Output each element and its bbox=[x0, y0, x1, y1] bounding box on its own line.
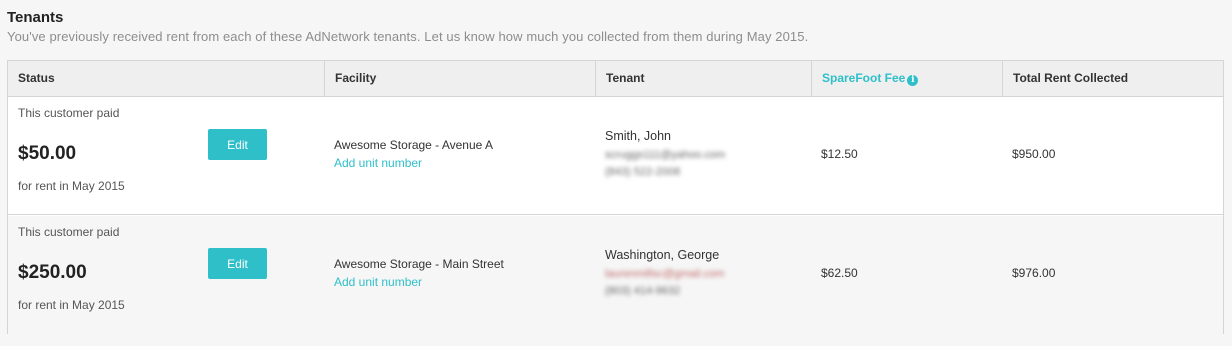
section-title: Tenants bbox=[7, 9, 64, 26]
edit-button[interactable]: Edit bbox=[208, 129, 267, 160]
paid-label: This customer paid bbox=[18, 225, 120, 239]
rent-period-label: for rent in May 2015 bbox=[18, 298, 125, 312]
tenant-email: laurenmillsc@gmail.com bbox=[605, 268, 725, 280]
column-header-tenant: Tenant bbox=[595, 61, 811, 96]
sparefoot-fee-value: $12.50 bbox=[821, 147, 858, 161]
facility-name: Awesome Storage - Avenue A bbox=[334, 138, 493, 152]
tenants-header: Tenants You've previously received rent … bbox=[7, 9, 808, 44]
facility-name: Awesome Storage - Main Street bbox=[334, 257, 504, 271]
table-row: This customer paid $250.00 for rent in M… bbox=[8, 216, 1223, 334]
paid-amount: $50.00 bbox=[18, 143, 77, 164]
tenant-email: scruggs111@yahoo.com bbox=[605, 149, 726, 161]
tenant-name: Washington, George bbox=[605, 248, 720, 262]
info-icon[interactable]: i bbox=[907, 75, 919, 86]
total-rent-value: $950.00 bbox=[1012, 147, 1056, 161]
paid-amount: $250.00 bbox=[18, 262, 87, 283]
column-header-sparefoot-fee[interactable]: SpareFoot Fee i bbox=[811, 61, 1002, 96]
sparefoot-fee-label: SpareFoot Fee bbox=[822, 71, 906, 85]
paid-label: This customer paid bbox=[18, 106, 120, 120]
sparefoot-fee-value: $62.50 bbox=[821, 266, 858, 280]
column-header-facility: Facility bbox=[324, 61, 595, 96]
add-unit-number-link[interactable]: Add unit number bbox=[334, 156, 422, 170]
edit-button[interactable]: Edit bbox=[208, 248, 267, 279]
table-row: This customer paid $50.00 for rent in Ma… bbox=[8, 97, 1223, 215]
tenant-phone: (843) 522-2008 bbox=[605, 166, 681, 178]
tenant-phone: (803) 414-9632 bbox=[605, 285, 681, 297]
column-header-status: Status bbox=[18, 71, 55, 85]
total-rent-value: $976.00 bbox=[1012, 266, 1056, 280]
column-header-total-rent: Total Rent Collected bbox=[1002, 61, 1223, 96]
tenants-table: Status Facility Tenant SpareFoot Fee i To… bbox=[7, 60, 1224, 334]
section-subtitle: You've previously received rent from eac… bbox=[7, 29, 809, 44]
tenant-name: Smith, John bbox=[605, 129, 672, 143]
add-unit-number-link[interactable]: Add unit number bbox=[334, 275, 422, 289]
rent-period-label: for rent in May 2015 bbox=[18, 179, 125, 193]
table-header: Status Facility Tenant SpareFoot Fee i To… bbox=[8, 61, 1223, 97]
